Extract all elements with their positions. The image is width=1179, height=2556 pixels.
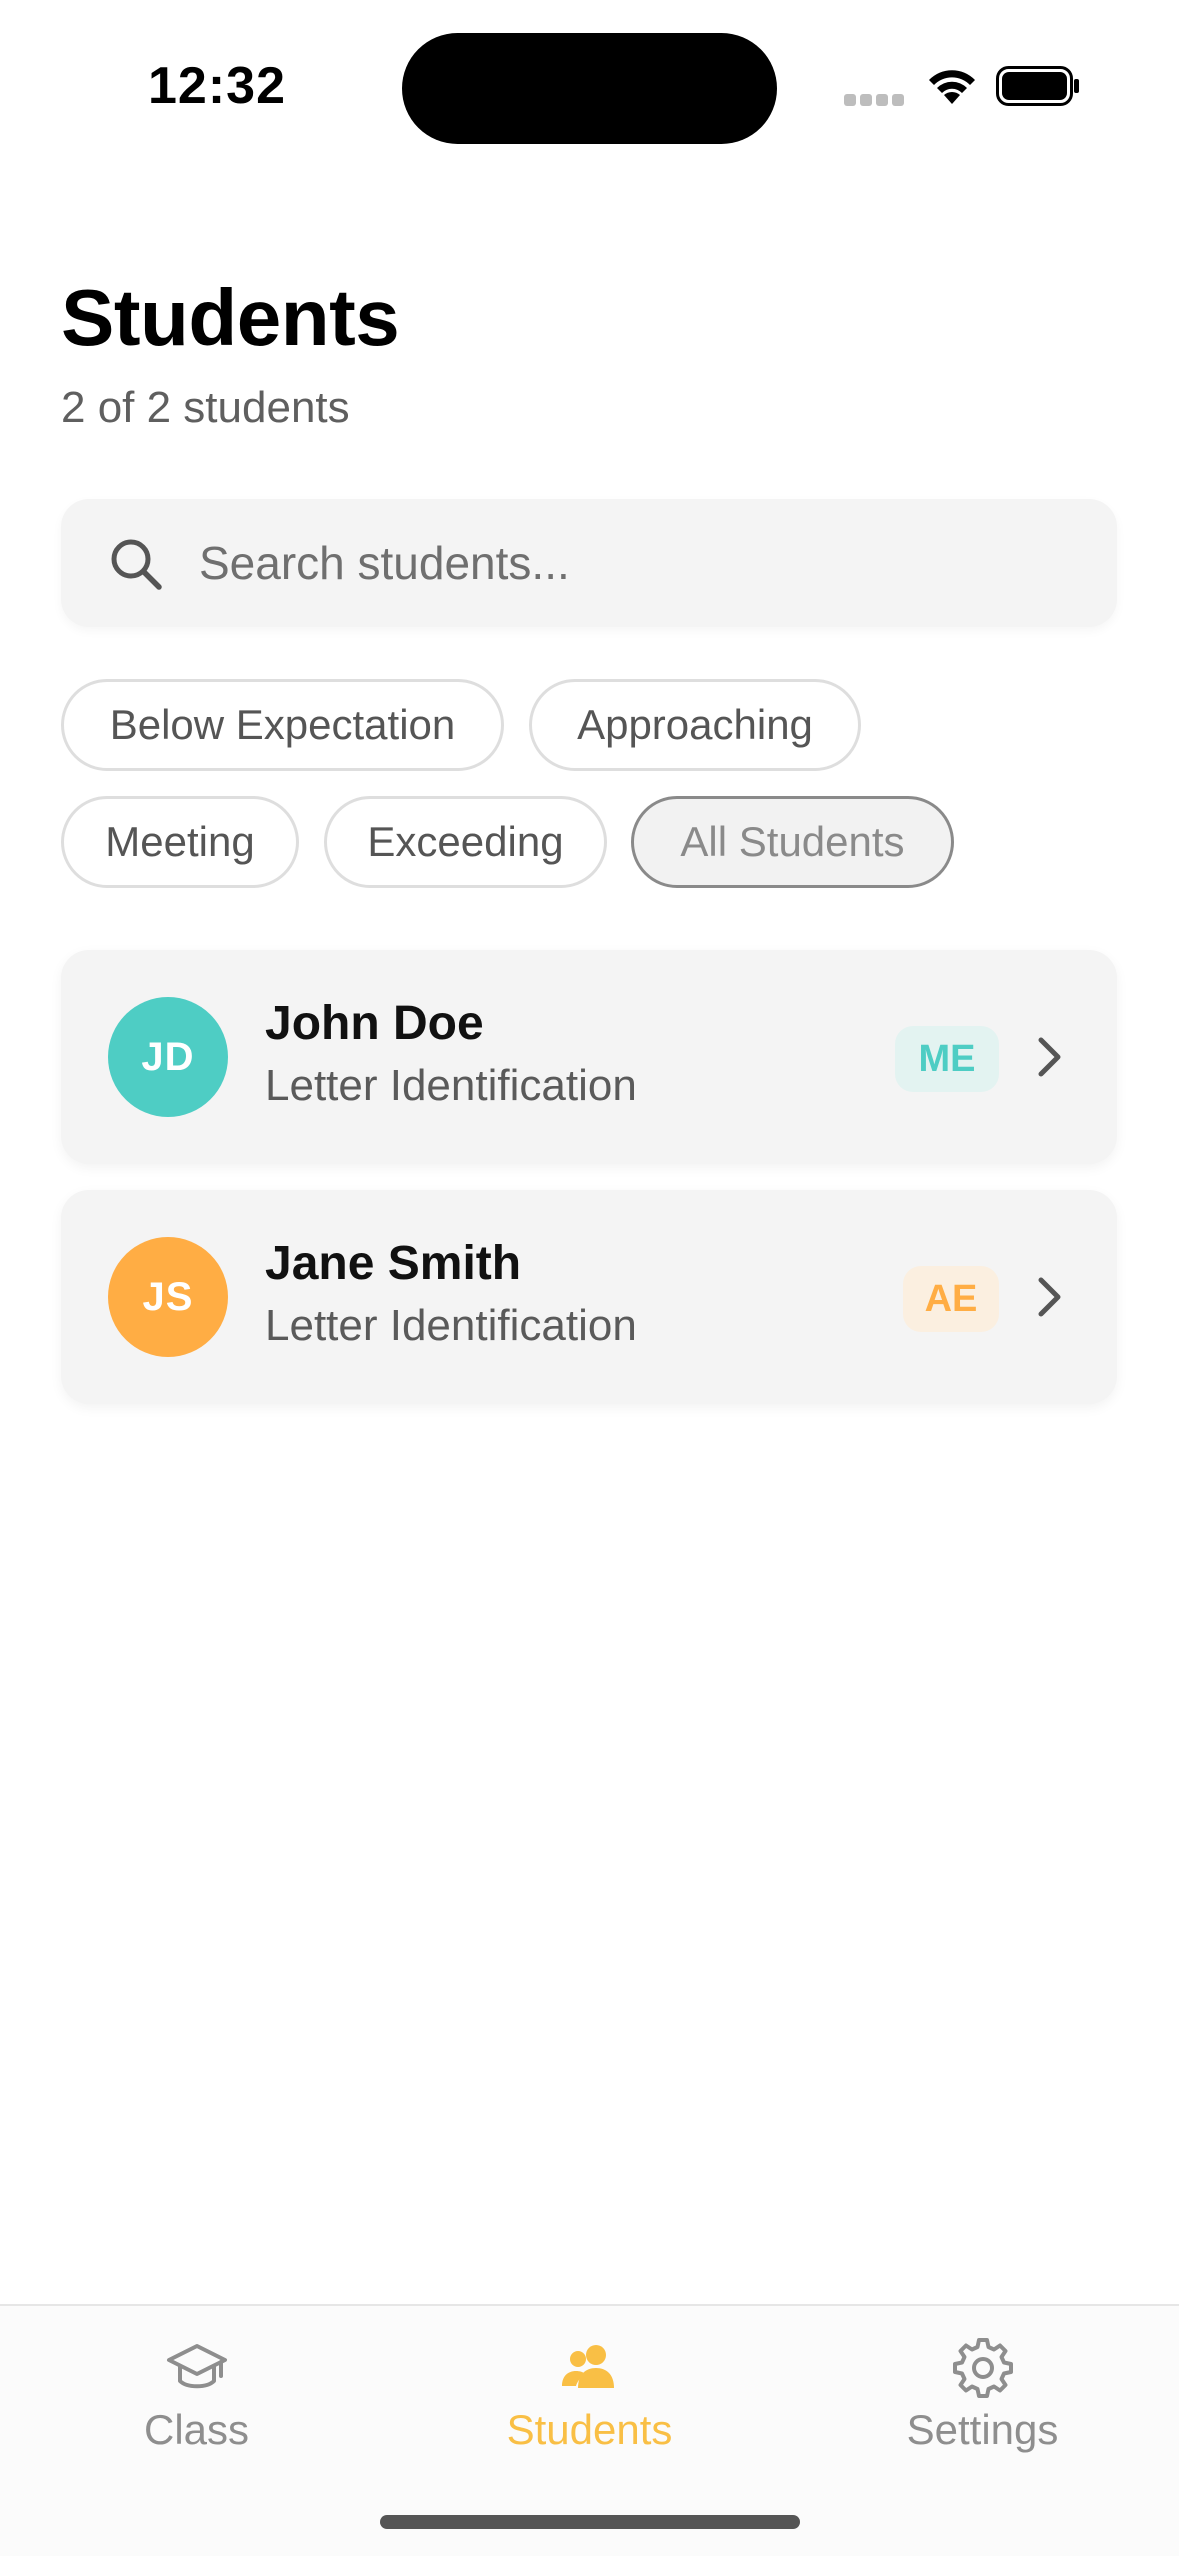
student-card[interactable]: JD John Doe Letter Identification ME <box>61 950 1117 1164</box>
home-indicator <box>380 2515 800 2529</box>
student-skill: Letter Identification <box>265 1061 637 1110</box>
student-card[interactable]: JS Jane Smith Letter Identification AE <box>61 1190 1117 1404</box>
tab-students[interactable]: Students <box>393 2306 786 2496</box>
dynamic-island <box>402 33 777 144</box>
page-title: Students <box>61 273 400 362</box>
filter-below-expectation[interactable]: Below Expectation <box>61 679 504 771</box>
students-screen: 12:32 Students 2 of 2 students Below Exp… <box>0 0 1179 2556</box>
cellular-signal-icon <box>844 94 906 106</box>
tab-label: Class <box>143 2406 250 2453</box>
search-box[interactable] <box>61 499 1117 627</box>
tab-label: Settings <box>906 2406 1059 2453</box>
tab-settings[interactable]: Settings <box>786 2306 1179 2496</box>
chevron-right-icon <box>1038 1037 1061 1077</box>
tab-label: Students <box>506 2406 673 2453</box>
level-badge: ME <box>895 1026 999 1092</box>
gear-icon <box>952 2338 1013 2398</box>
wifi-icon <box>929 70 975 104</box>
level-badge: AE <box>903 1266 999 1332</box>
graduation-cap-icon <box>166 2344 227 2389</box>
tab-class[interactable]: Class <box>0 2306 393 2496</box>
student-skill: Letter Identification <box>265 1301 637 1350</box>
search-input[interactable] <box>199 499 1079 627</box>
search-icon <box>111 539 162 590</box>
avatar: JS <box>108 1237 228 1357</box>
people-icon <box>561 2345 614 2388</box>
student-name: John Doe <box>265 997 484 1050</box>
status-bar: 12:32 <box>0 0 1179 160</box>
filter-approaching[interactable]: Approaching <box>529 679 861 771</box>
battery-icon <box>996 66 1079 106</box>
chevron-right-icon <box>1038 1277 1061 1317</box>
status-time: 12:32 <box>148 57 286 115</box>
student-name: Jane Smith <box>265 1237 522 1290</box>
filter-all-students[interactable]: All Students <box>631 796 954 888</box>
avatar: JD <box>108 997 228 1117</box>
filter-meeting[interactable]: Meeting <box>61 796 299 888</box>
filter-exceeding[interactable]: Exceeding <box>324 796 607 888</box>
student-count: 2 of 2 students <box>61 383 350 432</box>
